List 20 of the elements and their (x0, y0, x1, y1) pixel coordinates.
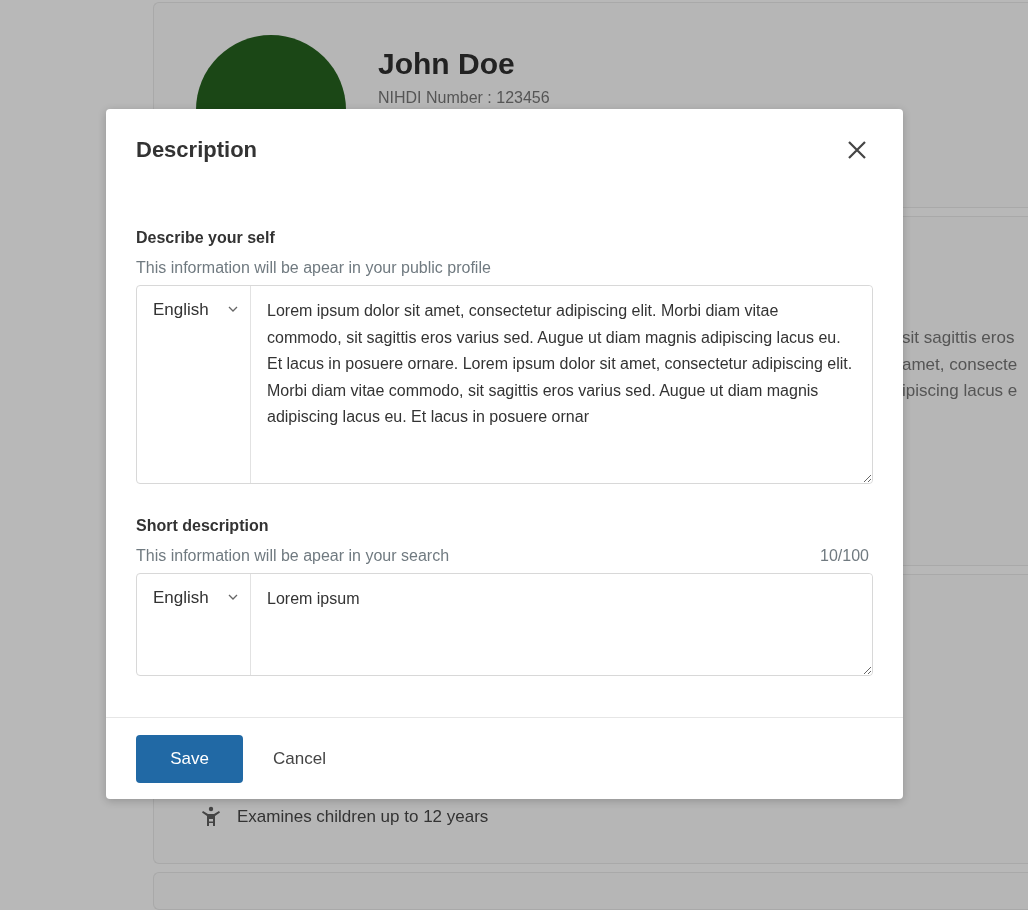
save-button[interactable]: Save (136, 734, 243, 783)
profile-name: John Doe (378, 47, 516, 81)
section-label: Describe your self (136, 229, 276, 247)
hint-text: This information will be apear in your public profile (136, 259, 491, 277)
hint-text: This information will be apear in your search (136, 547, 450, 565)
nihdi-number: NIHDI Number : 123456 (378, 89, 550, 107)
cancel-button[interactable]: Cancel (273, 734, 326, 783)
about-text: ipiscing lacus e (902, 380, 1019, 403)
dialog-title: Description (136, 137, 258, 163)
description-field[interactable]: English Lorem ipsum (136, 573, 873, 676)
chevron-icon (228, 306, 238, 312)
close-button[interactable] (847, 140, 867, 160)
close-icon (847, 140, 867, 160)
chevron-icon (228, 594, 238, 600)
feature-text: Examines children up to 12 years (237, 807, 489, 828)
section-label: Short description (136, 517, 270, 535)
character-counter: 10/100 (820, 547, 870, 565)
about-text: sit sagittis eros (902, 327, 1016, 350)
about-text: amet, consecte (902, 353, 1019, 376)
description-field[interactable]: English Lorem ipsum dolor sit amet, consectetur adipiscing elit. Morbi diam vitae commodo, sit sagittis eros varius sed. Augue ut diam magnis adipiscing lacus eu. Et lacus in posuere ornare. Lorem ipsum dolor sit amet, consectetur adipiscing elit. Morbi diam vitae commodo, sit sagittis eros varius sed. Augue ut diam magnis adipiscing lacus eu. Et lacus in posuere ornar (136, 285, 873, 484)
